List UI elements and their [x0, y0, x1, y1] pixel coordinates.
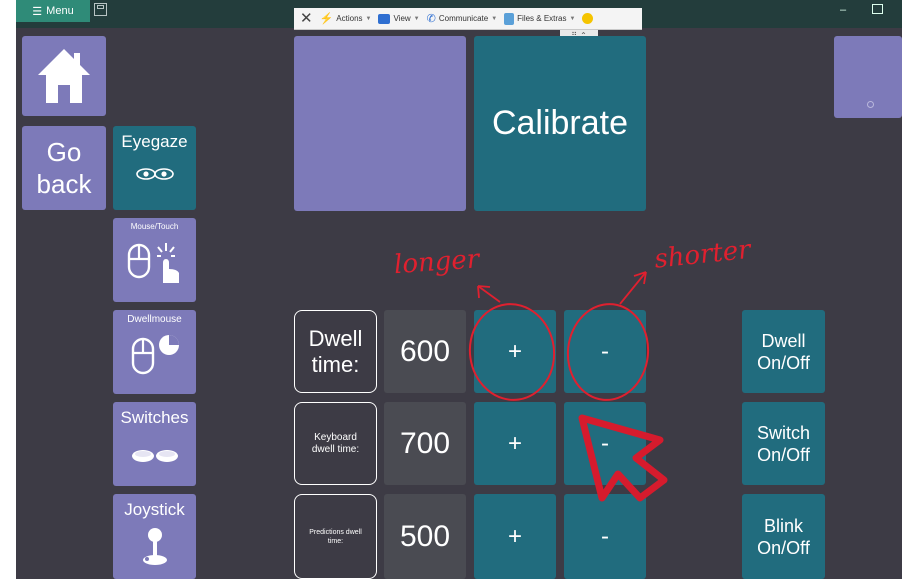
corner-tile[interactable] [834, 36, 902, 118]
close-icon[interactable]: ✕ [300, 11, 313, 26]
keyboard-dwell-time-label: Keyboard dwell time: [294, 402, 377, 485]
phone-icon: ✆ [426, 13, 436, 25]
joystick-label: Joystick [124, 500, 185, 519]
mouse-touch-icon [127, 243, 179, 283]
chevron-down-icon: ▼ [491, 15, 498, 22]
switches-icon [131, 450, 178, 462]
annotation-shorter: shorter [653, 235, 754, 275]
go-back-line1: Go [46, 137, 82, 167]
eyegaze-label: Eyegaze [121, 132, 188, 151]
home-button[interactable] [22, 36, 106, 116]
predictions-dwell-time-label: Predictions dwell time: [294, 494, 377, 579]
joystick-icon [142, 528, 167, 565]
joystick-button[interactable]: Joystick [113, 494, 196, 579]
keyboard-dwell-time-increase-button[interactable]: + [474, 402, 556, 485]
go-back-line2: back [36, 169, 92, 199]
dot-icon [867, 101, 874, 108]
smiley-icon[interactable] [582, 13, 594, 24]
toolbar-communicate[interactable]: ✆ Communicate ▼ [427, 12, 498, 25]
minimize-button[interactable]: – [836, 4, 850, 16]
arrow-up-left-icon [477, 285, 501, 303]
maximize-button[interactable] [872, 4, 883, 14]
menu-label: Menu [46, 5, 74, 17]
dwell-time-value: 600 [384, 310, 466, 393]
app-window: ☰ Menu – ✕ ⚡ Actions ▼ View ▼ ✆ Communic… [0, 0, 902, 579]
chevron-down-icon: ▼ [569, 15, 576, 22]
left-edge-strip [0, 0, 16, 579]
predictions-dwell-time-increase-button[interactable]: + [474, 494, 556, 579]
predictions-dwell-time-decrease-button[interactable]: - [564, 494, 646, 579]
mouse-touch-button[interactable]: Mouse/Touch [113, 218, 196, 302]
dwellmouse-button[interactable]: Dwellmouse [113, 310, 196, 394]
keyboard-dwell-time-decrease-button[interactable]: - [564, 402, 646, 485]
toolbar-files-extras[interactable]: Files & Extras ▼ [504, 12, 576, 25]
dwell-time-increase-button[interactable]: + [474, 310, 556, 393]
switch-toggle-button[interactable]: Switch On/Off [742, 402, 825, 485]
calibrate-label: Calibrate [491, 104, 629, 142]
mouse-touch-label: Mouse/Touch [130, 222, 179, 231]
eyes-icon [135, 168, 174, 180]
toolbar-view[interactable]: View ▼ [378, 13, 420, 24]
dwell-toggle-button[interactable]: Dwell On/Off [742, 310, 825, 393]
dwell-time-label: Dwell time: [294, 310, 377, 393]
blink-toggle-button[interactable]: Blink On/Off [742, 494, 825, 579]
annotation-longer: longer [393, 244, 482, 280]
blank-purple-tile[interactable] [294, 36, 466, 211]
home-icon [38, 49, 90, 103]
save-icon[interactable] [94, 3, 107, 16]
switches-label: Switches [120, 408, 189, 427]
switches-button[interactable]: Switches [113, 402, 196, 486]
remote-toolbar: ✕ ⚡ Actions ▼ View ▼ ✆ Communicate ▼ Fil… [294, 8, 642, 30]
toolbar-actions[interactable]: ⚡ Actions ▼ [320, 12, 372, 25]
monitor-icon [378, 13, 391, 24]
go-back-button[interactable]: Go back [22, 126, 106, 210]
calibrate-button[interactable]: Calibrate [474, 36, 646, 211]
lightning-icon: ⚡ [319, 13, 334, 25]
menu-button[interactable]: ☰ Menu [16, 0, 90, 22]
predictions-dwell-time-value: 500 [384, 494, 466, 579]
chevron-down-icon: ▼ [365, 15, 372, 22]
files-icon [504, 12, 515, 25]
dwell-mouse-icon [131, 335, 179, 375]
arrow-up-right-icon [619, 271, 647, 305]
hamburger-icon: ☰ [32, 5, 43, 18]
dwell-time-decrease-button[interactable]: - [564, 310, 646, 393]
keyboard-dwell-time-value: 700 [384, 402, 466, 485]
eyegaze-button[interactable]: Eyegaze [113, 126, 196, 210]
chevron-down-icon: ▼ [413, 15, 420, 22]
dwellmouse-label: Dwellmouse [127, 314, 182, 325]
